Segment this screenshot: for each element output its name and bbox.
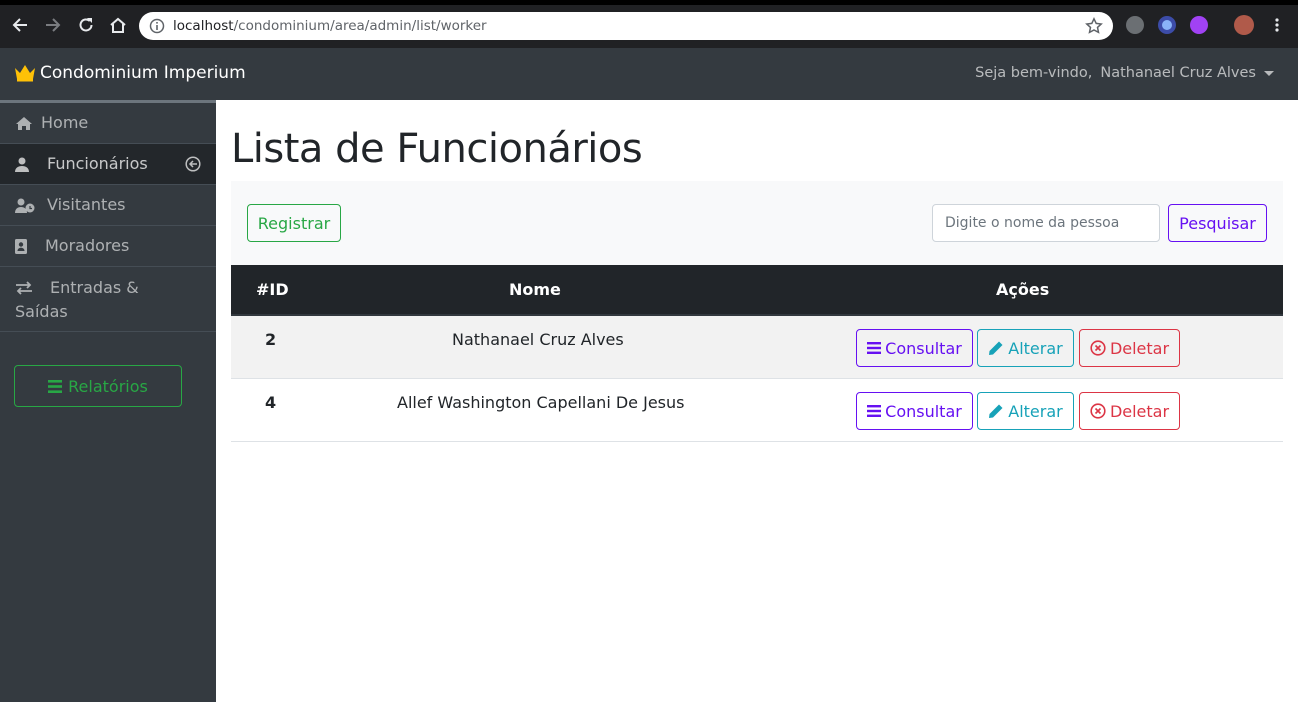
reports-label: Relatórios: [68, 376, 148, 396]
sidebar-item-home[interactable]: Home: [0, 103, 216, 144]
bars-icon: [867, 342, 882, 354]
brand-name: Condominium Imperium: [40, 63, 246, 83]
table-row: 4 Allef Washington Capellani De Jesus Co…: [231, 379, 1283, 442]
home-button[interactable]: [106, 13, 130, 37]
search-input[interactable]: Digite o nome da pessoa: [932, 204, 1160, 242]
delete-label: Deletar: [1109, 401, 1170, 421]
caret-down-icon: [1264, 70, 1274, 76]
reload-button[interactable]: [74, 13, 98, 37]
arrow-left-icon: [12, 18, 27, 32]
row-id: 4: [265, 393, 277, 412]
home-icon: [15, 113, 35, 131]
forward-button[interactable]: [41, 13, 65, 37]
sidebar-item-label: Visitantes: [47, 195, 126, 214]
extension-bolt-icon[interactable]: [1126, 16, 1144, 34]
welcome-text: Seja bem-vindo,: [975, 65, 1093, 81]
profile-avatar[interactable]: [1234, 15, 1254, 35]
arrow-right-icon: [46, 18, 61, 32]
browser-chrome: localhost/condominium/area/admin/list/wo…: [0, 0, 1298, 48]
header-id: #ID: [256, 280, 289, 299]
bars-icon: [48, 379, 63, 393]
sidebar-item-visitantes[interactable]: Visitantes: [0, 185, 216, 226]
user-dropdown[interactable]: Seja bem-vindo, Nathanael Cruz Alves: [975, 65, 1274, 81]
search-placeholder: Digite o nome da pessoa: [945, 215, 1120, 231]
consult-label: Consultar: [885, 401, 962, 421]
page-title: Lista de Funcionários: [231, 126, 643, 172]
edit-button[interactable]: Alterar: [977, 329, 1074, 367]
sidebar-item-label-line2: Saídas: [15, 302, 68, 321]
reports-button[interactable]: Relatórios: [14, 365, 182, 407]
extension-check-icon[interactable]: [1190, 16, 1208, 34]
star-icon[interactable]: [1085, 17, 1103, 35]
consult-button[interactable]: Consultar: [856, 392, 973, 430]
exchange-icon: [15, 281, 44, 295]
sidebar-item-funcionarios[interactable]: Funcionários: [0, 144, 216, 185]
table-row: 2 Nathanael Cruz Alves Consultar Alterar…: [231, 316, 1283, 379]
row-id: 2: [265, 330, 277, 349]
consult-button[interactable]: Consultar: [856, 329, 973, 367]
sidebar-item-label-block: Entradas & Saídas: [15, 276, 139, 324]
arrow-circle-left-icon[interactable]: [185, 156, 201, 172]
pencil-icon: [989, 404, 1003, 418]
delete-button[interactable]: Deletar: [1079, 392, 1180, 430]
consult-label: Consultar: [885, 338, 962, 358]
brand-link[interactable]: Condominium Imperium: [14, 63, 246, 83]
header-actions: Ações: [996, 280, 1050, 299]
user-name: Nathanael Cruz Alves: [1100, 65, 1256, 81]
toolbar: Registrar Digite o nome da pessoa Pesqui…: [231, 181, 1283, 265]
app-navbar: Condominium Imperium Seja bem-vindo, Nat…: [0, 48, 1298, 100]
sidebar-item-entradas-saidas[interactable]: Entradas & Saídas: [0, 267, 216, 332]
back-button[interactable]: [8, 13, 32, 37]
header-name: Nome: [509, 280, 561, 299]
kebab-menu-icon: [1275, 18, 1279, 32]
sidebar-item-label-line1: Entradas &: [50, 278, 139, 297]
times-circle-icon: [1090, 403, 1106, 419]
browser-menu-button[interactable]: [1265, 13, 1289, 37]
sidebar-item-moradores[interactable]: Moradores: [0, 226, 216, 267]
home-outline-icon: [110, 17, 126, 33]
delete-button[interactable]: Deletar: [1079, 329, 1180, 367]
delete-label: Deletar: [1109, 338, 1170, 358]
sidebar-item-label: Funcionários: [47, 154, 148, 173]
row-name: Allef Washington Capellani De Jesus: [397, 393, 685, 412]
edit-label: Alterar: [1008, 401, 1063, 421]
crown-icon: [15, 65, 35, 82]
pencil-icon: [989, 341, 1003, 355]
row-name: Nathanael Cruz Alves: [452, 330, 624, 349]
sidebar: Home Funcionários Visitantes Moradores E…: [0, 100, 216, 702]
address-book-icon: [15, 236, 39, 254]
url-text: localhost/condominium/area/admin/list/wo…: [173, 18, 487, 34]
edit-button[interactable]: Alterar: [977, 392, 1074, 430]
main-content: Lista de Funcionários Registrar Digite o…: [216, 100, 1298, 702]
reload-icon: [79, 18, 93, 32]
workers-table: #ID Nome Ações 2 Nathanael Cruz Alves Co…: [231, 265, 1283, 442]
register-button[interactable]: Registrar: [247, 204, 341, 242]
bars-icon: [867, 405, 882, 417]
edit-label: Alterar: [1008, 338, 1063, 358]
extension-circle-icon[interactable]: [1158, 16, 1176, 34]
search-button[interactable]: Pesquisar: [1168, 204, 1267, 242]
sidebar-item-label: Home: [41, 113, 89, 132]
user-clock-icon: [15, 195, 41, 213]
table-header: #ID Nome Ações: [231, 265, 1283, 316]
info-icon: [149, 18, 165, 34]
address-bar[interactable]: localhost/condominium/area/admin/list/wo…: [139, 12, 1113, 40]
sidebar-item-label: Moradores: [45, 236, 130, 255]
user-tie-icon: [15, 154, 41, 172]
tab-strip: [0, 0, 1298, 5]
times-circle-icon: [1090, 340, 1106, 356]
